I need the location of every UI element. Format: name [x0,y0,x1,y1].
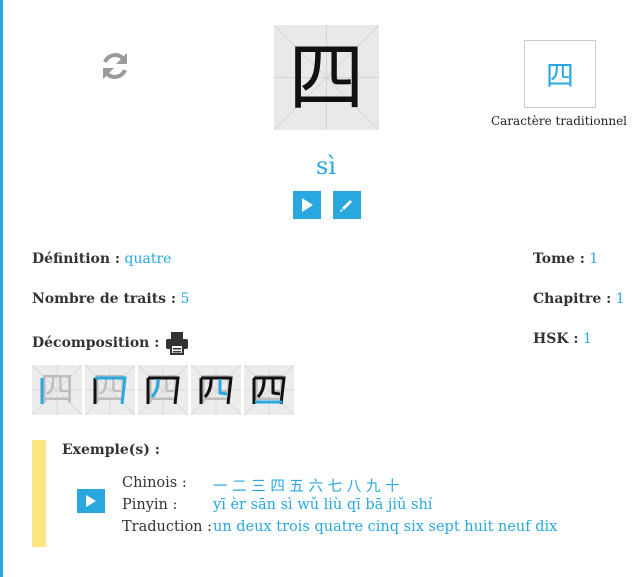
hsk-label: HSK : [533,331,579,347]
definition-value: quatre [124,251,172,267]
example-chinois-label: Chinois : [122,475,187,491]
play-icon [86,495,96,507]
strokes-count-value: 5 [180,291,190,307]
traditional-character-label: Caractère traditionnel [490,114,628,128]
example-traduction-value: un deux trois quatre cinq six sept huit … [213,519,558,535]
tome-value: 1 [589,251,599,267]
chapitre-value: 1 [615,291,625,307]
decomposition-row: Décomposition : [32,331,189,355]
example-play-button[interactable] [77,489,105,513]
left-accent-rule [0,0,3,577]
stroke-step-5: 四 [244,365,294,415]
hsk-row: HSK : 1 [533,331,592,347]
example-chinois-value: 一 二 三 四 五 六 七 八 九 十 [213,479,400,495]
chapitre-label: Chapitre : [533,291,612,307]
tome-label: Tome : [533,251,585,267]
stroke-step-4: 四 [191,365,241,415]
hsk-value: 1 [583,331,592,347]
stroke-step-2: 四 [85,365,135,415]
example-title: Exemple(s) : [62,442,160,458]
stroke-step-1: 四 [32,365,82,415]
traditional-character[interactable]: 四 [524,40,596,108]
example-traduction-label: Traduction : [122,519,213,535]
play-icon [302,198,313,212]
character-display: 四 [274,25,379,130]
print-icon[interactable] [165,331,189,355]
decomposition-label: Décomposition : [32,335,160,351]
chapitre-row: Chapitre : 1 [533,291,625,307]
stroke-step-3: 四 [138,365,188,415]
example-highlight-bar [32,440,46,547]
refresh-icon[interactable] [98,49,132,83]
tome-row: Tome : 1 [533,251,598,267]
edit-button[interactable] [333,191,361,219]
pencil-icon [340,200,352,212]
definition-label: Définition : [32,251,121,267]
pinyin: sì [316,152,336,180]
example-pinyin-label: Pinyin : [122,497,178,513]
stroke-order-sequence: 四 四 四 四 四 [32,365,294,415]
example-pinyin-value: yī èr sān sì wǔ liù qī bā jiǔ shí [213,497,433,513]
play-audio-button[interactable] [293,191,321,219]
strokes-count-row: Nombre de traits : 5 [32,291,189,307]
simplified-character: 四 [288,32,365,122]
strokes-count-label: Nombre de traits : [32,291,177,307]
definition-row: Définition : quatre [32,251,171,267]
